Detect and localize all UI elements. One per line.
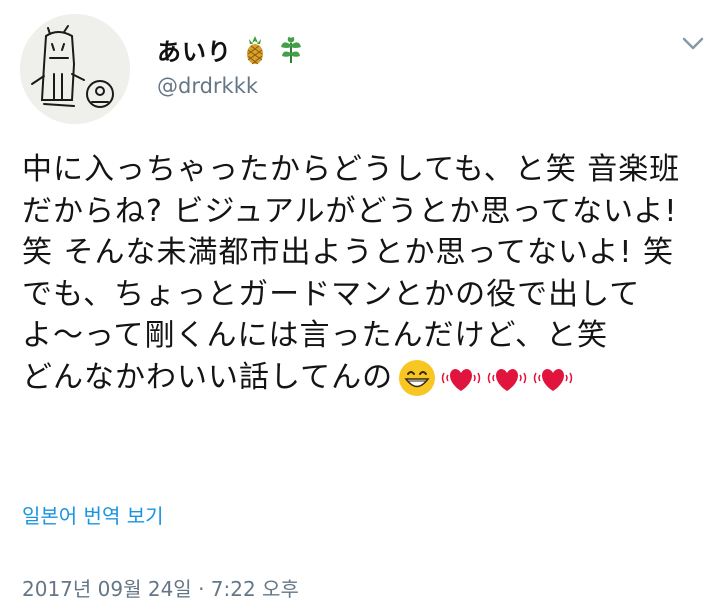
tweet-emojis bbox=[397, 358, 575, 398]
user-handle[interactable]: @drdrkkk bbox=[157, 74, 258, 98]
chevron-down-icon[interactable] bbox=[680, 33, 706, 53]
avatar[interactable] bbox=[20, 14, 130, 124]
tweet-timestamp[interactable]: 2017년 09월 24일 · 7:22 오후 bbox=[22, 573, 299, 602]
user-name-row[interactable]: あいり bbox=[157, 32, 304, 67]
tweet-text: 中に入っちゃったからどうしても、と笑 音楽班だからね? ビジュアルがどうとか思っ… bbox=[22, 149, 702, 398]
herb-icon bbox=[278, 35, 304, 65]
avatar-drawing-icon bbox=[20, 14, 130, 124]
beating-heart-icon bbox=[441, 369, 481, 391]
translate-link[interactable]: 일본어 번역 보기 bbox=[22, 500, 164, 529]
grinning-face-icon bbox=[399, 360, 436, 396]
display-name[interactable]: あいり bbox=[157, 32, 232, 67]
beating-heart-icon bbox=[487, 369, 527, 391]
beating-heart-icon bbox=[533, 369, 573, 391]
tweet-body: 中に入っちゃったからどうしても、と笑 音楽班だからね? ビジュアルがどうとか思っ… bbox=[22, 152, 681, 395]
tweet-card: あいり @drdrkkk 中に入っちゃったからどうしても、と笑 音楽班だからね?… bbox=[0, 0, 720, 612]
pineapple-icon bbox=[242, 35, 268, 65]
